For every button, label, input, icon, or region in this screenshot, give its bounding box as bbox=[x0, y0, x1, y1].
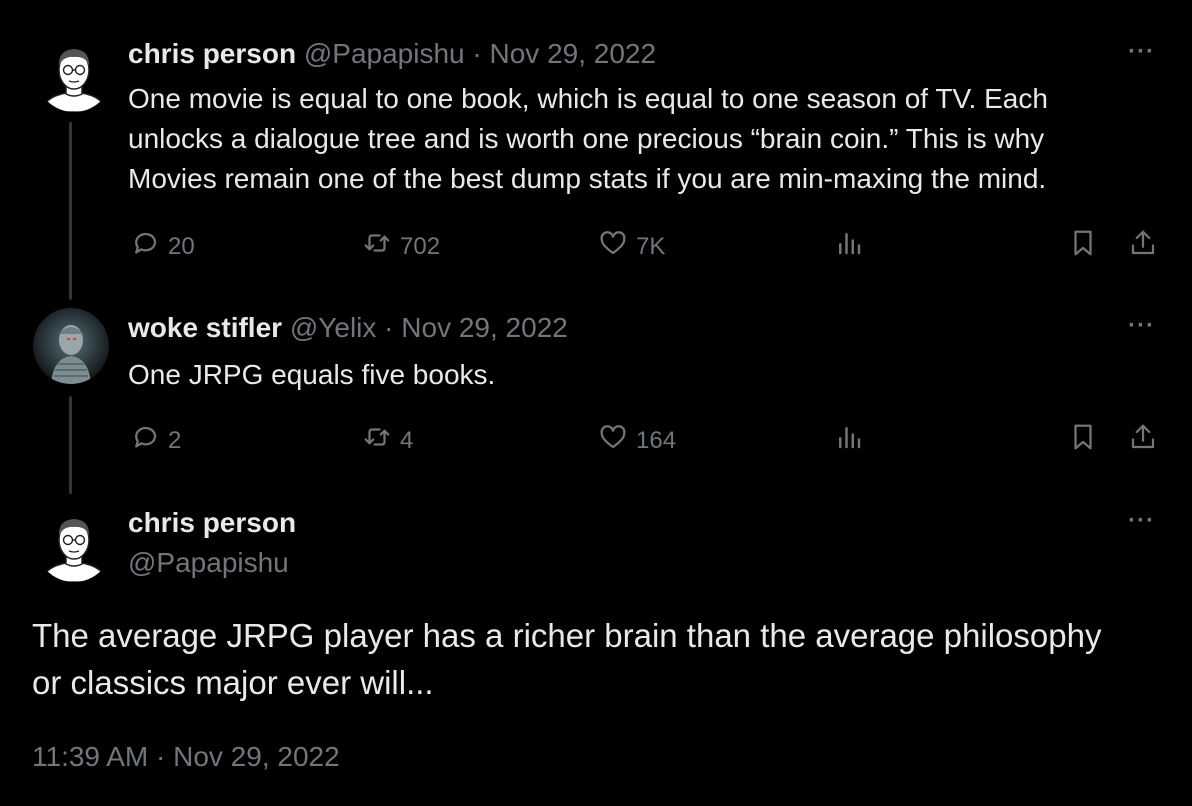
tweet-date[interactable]: Nov 29, 2022 bbox=[401, 312, 568, 343]
bookmark-button[interactable] bbox=[1068, 228, 1098, 263]
reply-button[interactable]: 20 bbox=[130, 228, 195, 265]
focal-tweet-text: The average JRPG player has a richer bra… bbox=[32, 612, 1101, 706]
avatar-chris-person[interactable] bbox=[36, 506, 112, 582]
like-button[interactable]: 7K bbox=[598, 228, 665, 265]
display-name[interactable]: woke stifler bbox=[128, 312, 282, 343]
reply-count: 20 bbox=[168, 232, 195, 260]
tweet-text: One movie is equal to one book, which is… bbox=[128, 79, 1048, 199]
thread-connector bbox=[69, 122, 72, 300]
like-button[interactable]: 164 bbox=[598, 422, 676, 459]
more-options-button[interactable]: ··· bbox=[1128, 312, 1155, 340]
views-button[interactable] bbox=[834, 422, 864, 457]
focal-display-name[interactable]: chris person bbox=[128, 507, 296, 539]
tweet-text-line: or classics major ever will... bbox=[32, 664, 434, 701]
tweet-text-line: Movies remain one of the best dump stats… bbox=[128, 163, 1047, 194]
tweet-text-line: unlocks a dialogue tree and is worth one… bbox=[128, 123, 1045, 154]
tweet-text-line: The average JRPG player has a richer bra… bbox=[32, 617, 1102, 654]
avatar-chris-person[interactable] bbox=[36, 36, 112, 112]
sketch-portrait-icon bbox=[39, 49, 109, 112]
thread-connector bbox=[69, 396, 72, 494]
separator-dot: · bbox=[472, 38, 482, 69]
share-button[interactable] bbox=[1128, 422, 1158, 457]
reply-icon bbox=[130, 228, 160, 265]
tweet-text: One JRPG equals five books. bbox=[128, 355, 495, 395]
tweet-text-line: One JRPG equals five books. bbox=[128, 359, 496, 390]
heart-icon bbox=[598, 228, 628, 265]
more-options-button[interactable]: ··· bbox=[1128, 38, 1155, 66]
user-handle[interactable]: @Yelix bbox=[290, 312, 377, 343]
reply-count: 2 bbox=[168, 426, 182, 454]
views-button[interactable] bbox=[834, 228, 864, 263]
bookmark-icon bbox=[1068, 230, 1098, 262]
share-icon bbox=[1128, 230, 1158, 262]
profile-photo-icon bbox=[51, 325, 91, 384]
tweet-text-line: One movie is equal to one book, which is… bbox=[128, 83, 1048, 114]
more-options-button[interactable]: ··· bbox=[1128, 507, 1155, 535]
focal-user-handle[interactable]: @Papapishu bbox=[128, 547, 289, 579]
tweet-date[interactable]: Nov 29, 2022 bbox=[490, 38, 657, 69]
views-icon bbox=[834, 233, 864, 262]
retweet-count: 702 bbox=[400, 232, 441, 260]
separator-dot: · bbox=[384, 312, 394, 343]
tweet-header: woke stifler @Yelix · Nov 29, 2022 bbox=[128, 312, 568, 344]
bookmark-button[interactable] bbox=[1068, 422, 1098, 457]
reply-icon bbox=[130, 422, 160, 459]
retweet-button[interactable]: 4 bbox=[362, 422, 413, 459]
share-icon bbox=[1128, 424, 1158, 456]
tweet-header: chris person @Papapishu · Nov 29, 2022 bbox=[128, 38, 656, 70]
sketch-portrait-icon bbox=[39, 519, 109, 582]
display-name[interactable]: chris person bbox=[128, 38, 296, 69]
retweet-count: 4 bbox=[400, 426, 414, 454]
like-count: 7K bbox=[636, 232, 666, 260]
heart-icon bbox=[598, 422, 628, 459]
retweet-icon bbox=[362, 228, 392, 265]
reply-button[interactable]: 2 bbox=[130, 422, 181, 459]
bookmark-icon bbox=[1068, 424, 1098, 456]
tweet-timestamp[interactable]: 11:39 AM · Nov 29, 2022 bbox=[32, 741, 340, 773]
share-button[interactable] bbox=[1128, 228, 1158, 263]
like-count: 164 bbox=[636, 426, 677, 454]
avatar-woke-stifler[interactable] bbox=[33, 308, 109, 384]
retweet-icon bbox=[362, 422, 392, 459]
views-icon bbox=[834, 427, 864, 456]
user-handle[interactable]: @Papapishu bbox=[304, 38, 465, 69]
retweet-button[interactable]: 702 bbox=[362, 228, 440, 265]
